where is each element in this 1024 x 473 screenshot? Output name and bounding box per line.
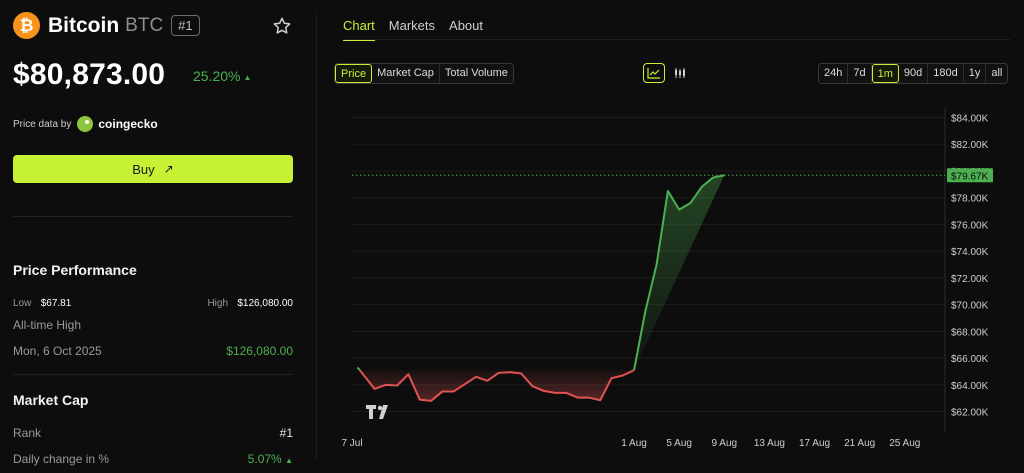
price-chart[interactable]: $84.00K$82.00K$80.00K$78.00K$76.00K$74.0…: [0, 0, 1024, 473]
x-tick-label: 21 Aug: [844, 438, 875, 449]
y-tick-label: $84.00K: [951, 113, 989, 124]
x-tick-label: 1 Aug: [621, 438, 647, 449]
y-tick-label: $72.00K: [951, 274, 989, 285]
x-tick-label: 7 Jul: [341, 438, 362, 449]
tradingview-logo-icon: [366, 405, 392, 424]
x-tick-label: 17 Aug: [799, 438, 830, 449]
y-tick-label: $68.00K: [951, 327, 989, 338]
y-tick-label: $66.00K: [951, 354, 989, 365]
price-area-up: [634, 175, 725, 371]
x-tick-label: 13 Aug: [754, 438, 785, 449]
y-tick-label: $78.00K: [951, 194, 989, 205]
y-tick-label: $64.00K: [951, 381, 989, 392]
y-tick-label: $74.00K: [951, 247, 989, 258]
x-tick-label: 9 Aug: [711, 438, 737, 449]
y-tick-label: $76.00K: [951, 220, 989, 231]
x-tick-label: 25 Aug: [889, 438, 920, 449]
x-tick-label: 5 Aug: [666, 438, 692, 449]
y-tick-label: $82.00K: [951, 140, 989, 151]
y-tick-label: $70.00K: [951, 301, 989, 312]
current-price-label: $79.67K: [951, 171, 989, 182]
y-tick-label: $62.00K: [951, 408, 989, 419]
